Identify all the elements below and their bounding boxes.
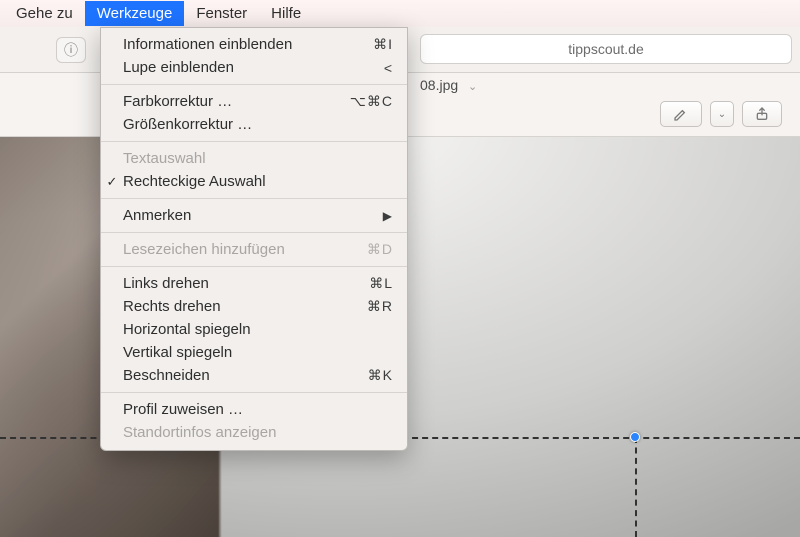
menu-bar: Gehe zu Werkzeuge Fenster Hilfe <box>0 0 800 27</box>
menu-item-anmerken[interactable]: Anmerken▶ <box>101 204 407 227</box>
selection-edge-right[interactable] <box>635 437 637 537</box>
menu-item-label: Vertikal spiegeln <box>123 344 393 361</box>
check-icon: ✓ <box>101 174 123 190</box>
menu-separator <box>101 266 407 267</box>
menu-separator <box>101 141 407 142</box>
menu-item-profil-zuweisen[interactable]: Profil zuweisen … <box>101 398 407 421</box>
menu-item-shortcut: ⌘L <box>369 275 393 292</box>
document-title[interactable]: 08.jpg ⌄ <box>420 77 477 93</box>
menu-item-shortcut: ⌥⌘C <box>350 93 393 110</box>
menu-item-label: Größenkorrektur … <box>123 116 393 133</box>
menu-item-label: Links drehen <box>123 275 369 292</box>
menu-item-shortcut: ⌘I <box>373 36 393 53</box>
menu-item-farbkorrektur[interactable]: Farbkorrektur …⌥⌘C <box>101 90 407 113</box>
menu-item-shortcut: ⌘K <box>368 367 393 384</box>
menu-item-shortcut: ⌘D <box>367 241 393 258</box>
menu-item-label: Profil zuweisen … <box>123 401 393 418</box>
menu-item-shortcut: < <box>384 60 393 76</box>
menu-item-horizontal-spiegeln[interactable]: Horizontal spiegeln <box>101 318 407 341</box>
menu-item-beschneiden[interactable]: Beschneiden⌘K <box>101 364 407 387</box>
menu-tools[interactable]: Werkzeuge <box>85 1 185 26</box>
url-field[interactable]: tippscout.de <box>420 34 792 64</box>
chevron-down-icon: ⌄ <box>718 109 726 120</box>
menu-item-links-drehen[interactable]: Links drehen⌘L <box>101 272 407 295</box>
menu-separator <box>101 198 407 199</box>
menu-item-lupe-einblenden[interactable]: Lupe einblenden< <box>101 56 407 79</box>
share-icon <box>754 106 770 122</box>
menu-item-label: Horizontal spiegeln <box>123 321 393 338</box>
document-filename: 08.jpg <box>420 77 458 93</box>
menu-item-label: Textauswahl <box>123 150 393 167</box>
menu-item-label: Anmerken <box>123 207 383 224</box>
menu-item-standortinfos-anzeigen: Standortinfos anzeigen <box>101 421 407 444</box>
menu-goto[interactable]: Gehe zu <box>4 1 85 26</box>
pencil-icon <box>673 106 689 122</box>
url-text: tippscout.de <box>568 41 644 57</box>
tools-dropdown-menu: Informationen einblenden⌘ILupe einblende… <box>100 27 408 451</box>
menu-item-label: Rechts drehen <box>123 298 367 315</box>
share-button[interactable] <box>742 101 782 127</box>
title-chevron-icon: ⌄ <box>468 81 477 93</box>
menu-item-textauswahl: Textauswahl <box>101 147 407 170</box>
markup-menu-button[interactable]: ⌄ <box>710 101 734 127</box>
menu-item-gr-enkorrektur[interactable]: Größenkorrektur … <box>101 113 407 136</box>
menu-item-label: Lupe einblenden <box>123 59 384 76</box>
menu-item-rechteckige-auswahl[interactable]: ✓Rechteckige Auswahl <box>101 170 407 193</box>
menu-item-label: Farbkorrektur … <box>123 93 350 110</box>
menu-separator <box>101 392 407 393</box>
info-icon: ⓘ <box>64 40 78 60</box>
menu-separator <box>101 84 407 85</box>
menu-item-label: Lesezeichen hinzufügen <box>123 241 367 258</box>
menu-item-rechts-drehen[interactable]: Rechts drehen⌘R <box>101 295 407 318</box>
menu-item-informationen-einblenden[interactable]: Informationen einblenden⌘I <box>101 33 407 56</box>
menu-window[interactable]: Fenster <box>184 1 259 26</box>
menu-item-lesezeichen-hinzuf-gen: Lesezeichen hinzufügen⌘D <box>101 238 407 261</box>
toolbar-buttons: ⌄ <box>660 101 782 127</box>
submenu-arrow-icon: ▶ <box>383 209 393 223</box>
menu-item-shortcut: ⌘R <box>367 298 393 315</box>
menu-help[interactable]: Hilfe <box>259 1 313 26</box>
menu-item-label: Beschneiden <box>123 367 368 384</box>
site-info-button[interactable]: ⓘ <box>56 37 86 63</box>
menu-item-label: Rechteckige Auswahl <box>123 173 393 190</box>
selection-handle[interactable] <box>630 432 640 442</box>
menu-item-label: Standortinfos anzeigen <box>123 424 393 441</box>
menu-item-vertikal-spiegeln[interactable]: Vertikal spiegeln <box>101 341 407 364</box>
menu-separator <box>101 232 407 233</box>
markup-toggle-button[interactable] <box>660 101 702 127</box>
menu-item-label: Informationen einblenden <box>123 36 373 53</box>
